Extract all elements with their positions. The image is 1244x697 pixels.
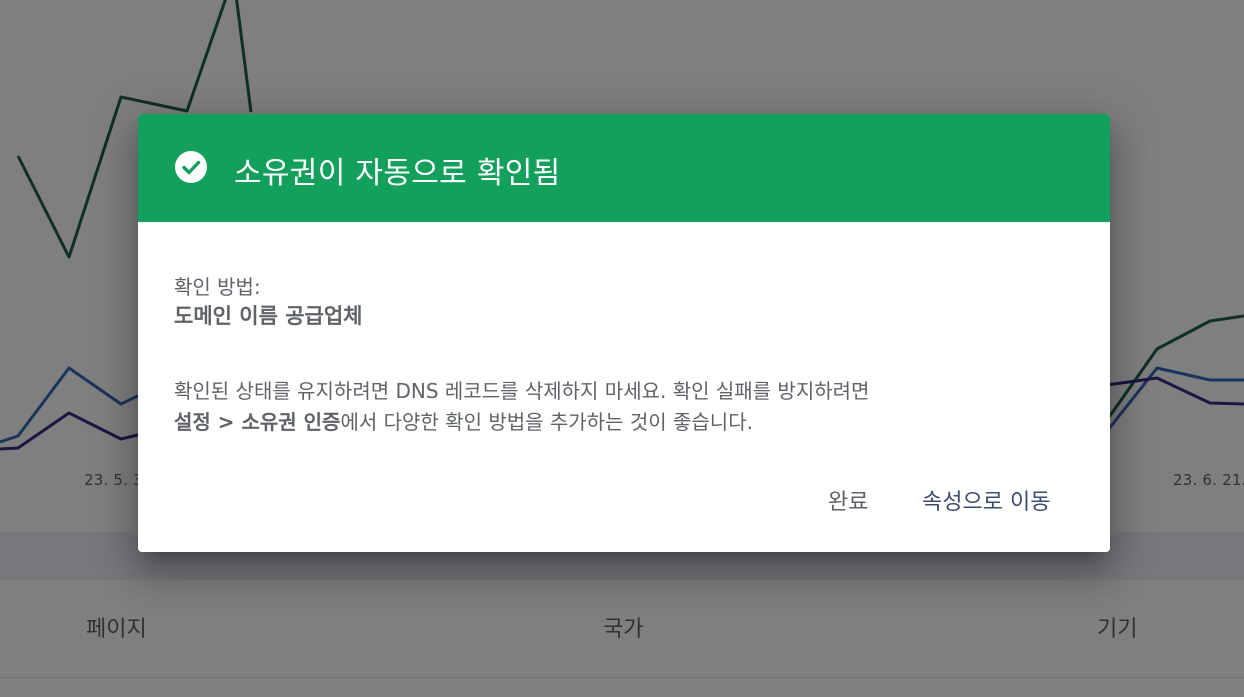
done-button[interactable]: 완료: [828, 484, 868, 516]
ownership-verified-dialog: 소유권이 자동으로 확인됨 확인 방법: 도메인 이름 공급업체 확인된 상태를…: [138, 114, 1110, 552]
settings-path-text: 설정 > 소유권 인증: [174, 410, 341, 434]
check-circle-icon: [175, 151, 207, 183]
message-line-2: 에서 다양한 확인 방법을 추가하는 것이 좋습니다.: [340, 410, 753, 434]
verification-method-label: 확인 방법:: [174, 275, 261, 299]
dialog-message: 확인된 상태를 유지하려면 DNS 레코드를 삭제하지 마세요. 확인 실패를 …: [174, 376, 1074, 438]
message-line-1: 확인된 상태를 유지하려면 DNS 레코드를 삭제하지 마세요. 확인 실패를 …: [174, 379, 870, 403]
dialog-header: 소유권이 자동으로 확인됨: [138, 114, 1110, 222]
go-to-property-button[interactable]: 속성으로 이동: [922, 484, 1050, 516]
verification-method-value: 도메인 이름 공급업체: [174, 304, 363, 328]
dialog-title: 소유권이 자동으로 확인됨: [234, 156, 561, 191]
